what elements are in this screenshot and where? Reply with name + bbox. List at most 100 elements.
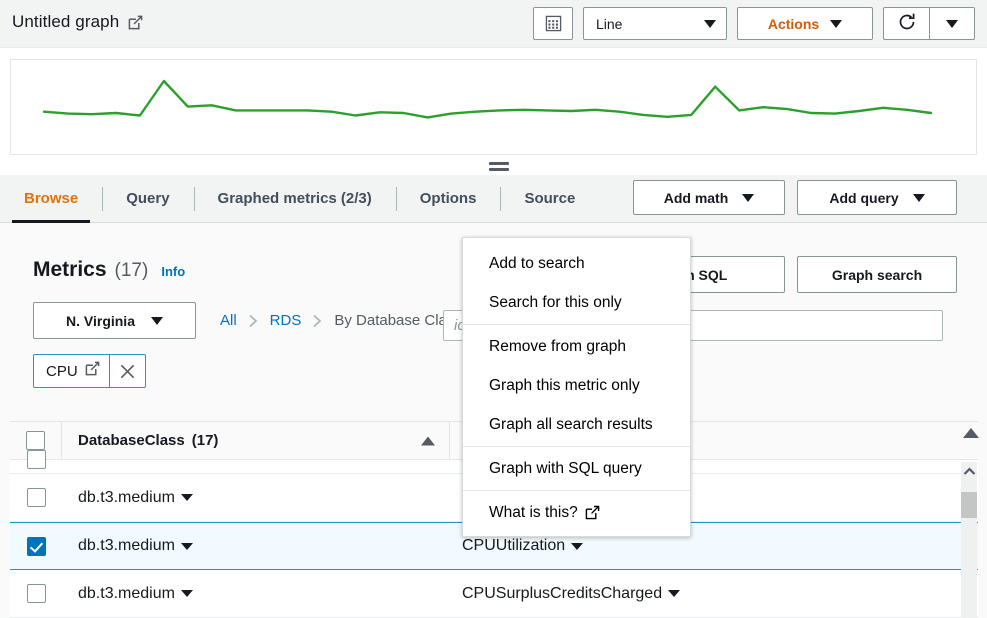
panel-resize-handle[interactable]: [489, 162, 509, 174]
handle-bar: [489, 168, 509, 171]
database-class-value: db.t3.medium: [78, 489, 175, 507]
chevron-down-icon: [742, 194, 754, 202]
tab-graphed-metrics[interactable]: Graphed metrics (2/3): [194, 175, 396, 222]
menu-separator: [463, 324, 690, 325]
page-title: Untitled graph: [12, 12, 119, 32]
edit-pencil-square-icon[interactable]: [85, 361, 100, 381]
table-scrollbar-thumb[interactable]: [961, 492, 977, 518]
edit-pencil-square-icon[interactable]: [128, 15, 143, 30]
menu-item-add-to-search[interactable]: Add to search: [463, 244, 690, 283]
row-database-class: db.t3.medium: [62, 585, 450, 603]
row-checkbox[interactable]: [27, 450, 46, 469]
chevron-down-icon[interactable]: [181, 494, 193, 501]
table-row[interactable]: db.t3.medium CPUSurplusCreditsCharged: [10, 570, 978, 618]
chart-type-select[interactable]: Line: [583, 7, 727, 40]
actions-button[interactable]: Actions: [737, 7, 873, 40]
tab-source[interactable]: Source: [500, 175, 599, 222]
metric-name-value: CPUSurplusCreditsCharged: [462, 585, 662, 603]
tab-label: Options: [420, 190, 477, 207]
metrics-heading-group: Metrics (17) Info: [33, 258, 185, 282]
chevron-down-icon[interactable]: [181, 543, 193, 550]
metrics-title: Metrics: [33, 258, 107, 282]
row-select-cell: [10, 464, 62, 469]
chevron-down-icon: [830, 20, 842, 28]
page-scroll-up-arrow[interactable]: [963, 428, 979, 438]
add-math-label: Add math: [664, 190, 729, 206]
menu-item-label: What is this?: [489, 504, 578, 522]
chevron-down-icon[interactable]: [668, 590, 680, 597]
breadcrumb: All RDS By Database Class: [212, 312, 470, 329]
column-header-database-class[interactable]: DatabaseClass (17): [62, 422, 450, 459]
select-all-checkbox[interactable]: [26, 431, 45, 450]
refresh-interval-dropdown[interactable]: [929, 7, 975, 40]
breadcrumb-item-all[interactable]: All: [212, 312, 245, 329]
grid-view-button[interactable]: [533, 7, 573, 40]
filter-token-main[interactable]: CPU: [34, 355, 109, 387]
filter-token-cpu: CPU: [33, 354, 146, 388]
chevron-down-icon[interactable]: [571, 543, 583, 550]
graph-search-button[interactable]: Graph search: [797, 256, 957, 293]
chevron-down-icon: [913, 194, 925, 202]
menu-item-label: Add to search: [489, 255, 585, 273]
database-class-value: db.t3.medium: [78, 537, 175, 555]
row-select-cell: [10, 488, 62, 507]
menu-item-label: Remove from graph: [489, 338, 626, 356]
chevron-down-icon[interactable]: [181, 590, 193, 597]
table-scrollbar[interactable]: [961, 462, 977, 618]
row-database-class: db.t3.medium: [62, 489, 450, 507]
menu-item-label: Graph with SQL query: [489, 460, 642, 478]
refresh-button[interactable]: [883, 7, 929, 40]
region-and-breadcrumb: N. Virginia All RDS By Database Class: [33, 302, 470, 339]
row-checkbox[interactable]: [27, 584, 46, 603]
menu-item-search-for-this-only[interactable]: Search for this only: [463, 283, 690, 322]
metrics-count: (17): [115, 260, 149, 282]
tab-browse[interactable]: Browse: [0, 175, 102, 222]
row-select-cell: [10, 584, 62, 603]
add-query-button[interactable]: Add query: [797, 180, 957, 215]
info-link[interactable]: Info: [161, 264, 185, 279]
graph-toolbar: Line Actions: [533, 7, 975, 40]
graph-search-label: Graph search: [832, 267, 922, 283]
tab-label: Browse: [24, 190, 78, 207]
row-metric-name: CPUSurplusCreditsCharged: [450, 585, 978, 603]
region-value: N. Virginia: [66, 313, 135, 329]
database-class-value: db.t3.medium: [78, 585, 175, 603]
tab-query[interactable]: Query: [102, 175, 193, 222]
menu-item-graph-all-search-results[interactable]: Graph all search results: [463, 405, 690, 444]
graph-title-group: Untitled graph: [12, 12, 143, 32]
menu-item-graph-with-sql-query[interactable]: Graph with SQL query: [463, 449, 690, 488]
chevron-right-icon: [246, 314, 261, 328]
menu-item-label: Graph this metric only: [489, 377, 640, 395]
chevron-down-icon: [704, 20, 716, 28]
graph-header-bar: Untitled graph: [0, 0, 987, 48]
column-header-count: (17): [192, 432, 219, 449]
row-select-cell: [10, 537, 62, 556]
breadcrumb-item-rds[interactable]: RDS: [262, 312, 310, 329]
tab-action-buttons: Add math Add query: [633, 180, 957, 215]
row-database-class: db.t3.medium: [62, 537, 450, 555]
tab-label: Source: [524, 190, 575, 207]
scroll-up-icon[interactable]: [961, 462, 977, 480]
column-header-label: DatabaseClass: [78, 432, 185, 449]
menu-item-graph-this-metric-only[interactable]: Graph this metric only: [463, 366, 690, 405]
metric-name-value: CPUUtilization: [462, 537, 565, 555]
region-select[interactable]: N. Virginia: [33, 302, 196, 339]
chart-type-value: Line: [596, 16, 622, 32]
tab-label: Graphed metrics (2/3): [218, 190, 372, 207]
row-checkbox[interactable]: [27, 488, 46, 507]
menu-item-what-is-this[interactable]: What is this?: [463, 493, 690, 532]
handle-bar: [489, 162, 509, 165]
menu-item-label: Graph all search results: [489, 416, 653, 434]
cloudwatch-metrics-page: Untitled graph: [0, 0, 987, 618]
external-link-icon: [585, 505, 600, 520]
refresh-icon: [897, 12, 917, 35]
row-checkbox[interactable]: [27, 537, 46, 556]
tab-options[interactable]: Options: [396, 175, 501, 222]
sort-ascending-icon: [421, 436, 435, 445]
add-query-label: Add query: [829, 190, 898, 206]
menu-item-remove-from-graph[interactable]: Remove from graph: [463, 327, 690, 366]
add-math-button[interactable]: Add math: [633, 180, 785, 215]
close-x-icon[interactable]: [109, 355, 145, 387]
tab-label: Query: [126, 190, 169, 207]
chart-canvas: [11, 60, 976, 154]
